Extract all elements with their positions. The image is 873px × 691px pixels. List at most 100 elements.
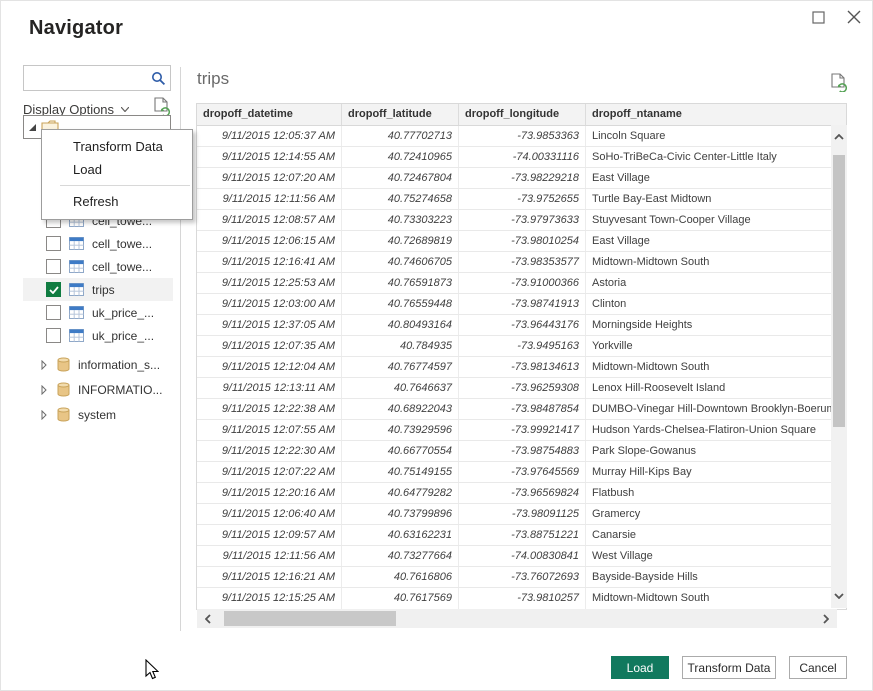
table-cell: 40.80493164 xyxy=(342,315,459,335)
chevron-right-icon[interactable] xyxy=(41,385,51,395)
table-vertical-scrollbar[interactable] xyxy=(831,125,847,608)
table-cell: 9/11/2015 12:16:21 AM xyxy=(197,567,342,587)
page-title: Navigator xyxy=(29,17,123,40)
vertical-scroll-thumb[interactable] xyxy=(833,155,845,427)
sidebar-item-system[interactable]: system xyxy=(23,403,173,426)
table-row: 9/11/2015 12:25:53 AM40.76591873-73.9100… xyxy=(197,273,846,294)
sidebar-item-cell-towe[interactable]: cell_towe... xyxy=(23,255,173,278)
table-row: 9/11/2015 12:22:30 AM40.66770554-73.9875… xyxy=(197,441,846,462)
table-icon xyxy=(69,237,84,250)
table-cell: 40.72410965 xyxy=(342,147,459,167)
table-cell: 9/11/2015 12:05:37 AM xyxy=(197,126,342,146)
table-cell: 40.74606705 xyxy=(342,252,459,272)
table-cell: -73.98353577 xyxy=(459,252,586,272)
search-input[interactable] xyxy=(24,66,146,90)
column-header-dropoff_ntaname[interactable]: dropoff_ntaname xyxy=(586,104,846,125)
table-cell: -73.91000366 xyxy=(459,273,586,293)
sidebar-item-label: uk_price_... xyxy=(92,306,154,320)
table-cell: 40.76774597 xyxy=(342,357,459,377)
table-cell: 9/11/2015 12:13:11 AM xyxy=(197,378,342,398)
column-header-dropoff_longitude[interactable]: dropoff_longitude xyxy=(459,104,586,125)
table-horizontal-scrollbar[interactable] xyxy=(197,609,837,628)
sidebar-item-trips[interactable]: trips xyxy=(23,278,173,301)
column-header-dropoff_datetime[interactable]: dropoff_datetime xyxy=(197,104,342,125)
table-cell: -73.97973633 xyxy=(459,210,586,230)
table-row: 9/11/2015 12:07:20 AM40.72467804-73.9822… xyxy=(197,168,846,189)
table-cell: -73.88751221 xyxy=(459,525,586,545)
table-cell: 9/11/2015 12:16:41 AM xyxy=(197,252,342,272)
checkbox[interactable] xyxy=(46,282,61,297)
checkbox[interactable] xyxy=(46,305,61,320)
load-button[interactable]: Load xyxy=(611,656,669,679)
menu-separator xyxy=(60,185,190,186)
scroll-up-arrow-icon[interactable] xyxy=(831,129,847,145)
close-icon xyxy=(847,10,861,24)
table-cell: 40.73799896 xyxy=(342,504,459,524)
scroll-right-arrow-icon[interactable] xyxy=(815,609,837,628)
table-cell: -74.00830841 xyxy=(459,546,586,566)
menu-item-load[interactable]: Load xyxy=(42,158,192,181)
checkbox[interactable] xyxy=(46,259,61,274)
table-cell: 9/11/2015 12:12:04 AM xyxy=(197,357,342,377)
table-cell: SoHo-TriBeCa-Civic Center-Little Italy xyxy=(586,147,846,167)
checkbox[interactable] xyxy=(46,328,61,343)
sidebar-item-cell-towe[interactable]: cell_towe... xyxy=(23,232,173,255)
table-cell: -73.98010254 xyxy=(459,231,586,251)
table-cell: -73.9495163 xyxy=(459,336,586,356)
table-cell: Lenox Hill-Roosevelt Island xyxy=(586,378,846,398)
search-icon[interactable] xyxy=(146,71,170,86)
menu-item-transform-data[interactable]: Transform Data xyxy=(42,135,192,158)
scroll-left-arrow-icon[interactable] xyxy=(197,609,219,628)
table-cell: 40.66770554 xyxy=(342,441,459,461)
menu-item-refresh[interactable]: Refresh xyxy=(42,190,192,213)
table-cell: Lincoln Square xyxy=(586,126,846,146)
table-cell: 9/11/2015 12:07:35 AM xyxy=(197,336,342,356)
table-cell: -73.76072693 xyxy=(459,567,586,587)
table-cell: 40.7617569 xyxy=(342,588,459,609)
table-cell: -73.96569824 xyxy=(459,483,586,503)
table-icon xyxy=(69,283,84,296)
table-cell: 40.68922043 xyxy=(342,399,459,419)
table-cell: 9/11/2015 12:08:57 AM xyxy=(197,210,342,230)
table-cell: 9/11/2015 12:15:25 AM xyxy=(197,588,342,609)
table-row: 9/11/2015 12:15:25 AM40.7617569-73.98102… xyxy=(197,588,846,609)
context-menu: Transform DataLoad Refresh xyxy=(41,129,193,220)
table-cell: -73.98091125 xyxy=(459,504,586,524)
table-row: 9/11/2015 12:20:16 AM40.64779282-73.9656… xyxy=(197,483,846,504)
table-cell: -73.96443176 xyxy=(459,315,586,335)
table-cell: 9/11/2015 12:20:16 AM xyxy=(197,483,342,503)
chevron-right-icon[interactable] xyxy=(41,360,51,370)
table-header-row: dropoff_datetimedropoff_latitudedropoff_… xyxy=(197,104,846,126)
table-icon xyxy=(69,329,84,342)
close-button[interactable] xyxy=(844,7,864,27)
sidebar-item-informatio[interactable]: INFORMATIO... xyxy=(23,378,173,401)
table-cell: East Village xyxy=(586,168,846,188)
table-cell: -73.97645569 xyxy=(459,462,586,482)
table-cell: 40.72467804 xyxy=(342,168,459,188)
footer: Load Transform Data Cancel xyxy=(1,656,873,682)
cancel-button[interactable]: Cancel xyxy=(789,656,847,679)
transform-data-button[interactable]: Transform Data xyxy=(682,656,776,679)
horizontal-scroll-thumb[interactable] xyxy=(224,611,396,626)
table-cell: -73.96259308 xyxy=(459,378,586,398)
search-box xyxy=(23,65,171,91)
sidebar-item-uk-price[interactable]: uk_price_... xyxy=(23,324,173,347)
refresh-preview-icon[interactable] xyxy=(831,73,848,97)
table-cell: -73.98229218 xyxy=(459,168,586,188)
scroll-down-arrow-icon[interactable] xyxy=(831,588,847,604)
sidebar-item-uk-price[interactable]: uk_price_... xyxy=(23,301,173,324)
table-cell: 9/11/2015 12:11:56 AM xyxy=(197,546,342,566)
table-cell: Yorkville xyxy=(586,336,846,356)
table-cell: Midtown-Midtown South xyxy=(586,357,846,377)
sidebar-item-information-s[interactable]: information_s... xyxy=(23,353,173,376)
table-row: 9/11/2015 12:16:41 AM40.74606705-73.9835… xyxy=(197,252,846,273)
table-cell: -73.98741913 xyxy=(459,294,586,314)
table-cell: 9/11/2015 12:22:30 AM xyxy=(197,441,342,461)
chevron-right-icon[interactable] xyxy=(41,410,51,420)
column-header-dropoff_latitude[interactable]: dropoff_latitude xyxy=(342,104,459,125)
table-cell: 9/11/2015 12:03:00 AM xyxy=(197,294,342,314)
table-cell: 9/11/2015 12:07:22 AM xyxy=(197,462,342,482)
maximize-button[interactable] xyxy=(808,7,828,27)
table-cell: West Village xyxy=(586,546,846,566)
checkbox[interactable] xyxy=(46,236,61,251)
